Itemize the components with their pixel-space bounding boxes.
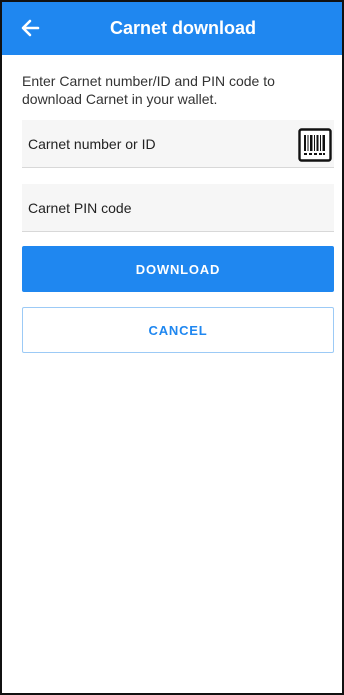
download-button[interactable]: DOWNLOAD	[22, 246, 334, 292]
carnet-pin-input[interactable]	[28, 199, 288, 216]
app-bar: Carnet download	[2, 2, 342, 55]
page-title: Carnet download	[109, 18, 256, 38]
barcode-scan-icon[interactable]	[298, 128, 332, 162]
back-button[interactable]	[18, 16, 42, 40]
carnet-number-field[interactable]	[22, 120, 334, 168]
carnet-pin-field[interactable]	[22, 184, 334, 232]
arrow-left-icon	[21, 19, 40, 37]
carnet-number-input[interactable]	[28, 135, 288, 152]
instructions-text: Enter Carnet number/ID and PIN code to d…	[22, 73, 275, 107]
app-screen: Carnet download Enter Carnet number/ID a…	[0, 0, 344, 695]
cancel-button[interactable]: CANCEL	[22, 307, 334, 353]
